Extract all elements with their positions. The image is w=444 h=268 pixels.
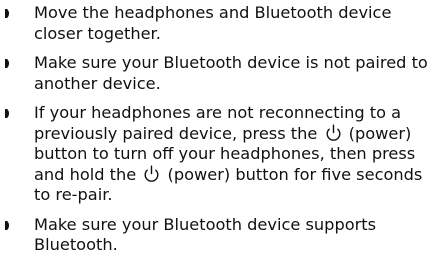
bullet-icon [5,59,11,68]
bullet-icon [5,9,11,18]
list-item: Move the headphones and Bluetooth device… [0,3,444,44]
list-item: Make sure your Bluetooth device supports… [0,215,444,256]
bullet-icon [5,220,11,230]
list-item: Make sure your Bluetooth device is not p… [0,53,444,94]
list-item-text: Make sure your Bluetooth device supports… [34,214,377,255]
list-item-text: Make sure your Bluetooth device is not p… [34,53,428,93]
power-icon [324,124,343,142]
list-item-text: Move the headphones and Bluetooth device… [34,3,392,43]
list-item: If your headphones are not reconnecting … [0,103,444,206]
power-icon [142,165,161,183]
bullet-icon [5,109,11,118]
troubleshooting-list: Move the headphones and Bluetooth device… [0,3,444,265]
